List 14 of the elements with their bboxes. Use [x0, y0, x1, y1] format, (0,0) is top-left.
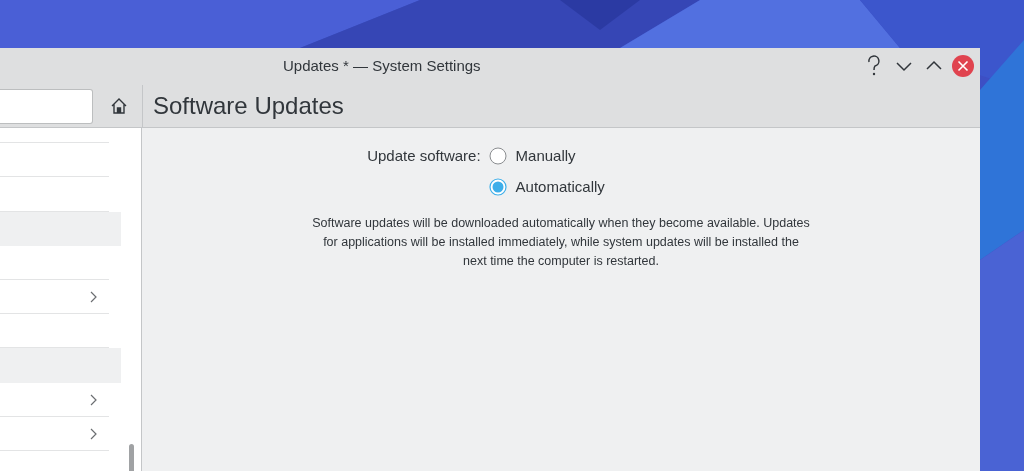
radio-button[interactable]	[488, 147, 507, 166]
setting-label: Update software:	[367, 146, 481, 166]
chevron-icon	[90, 290, 97, 303]
search-field[interactable]	[0, 88, 93, 124]
page-title: Software Updates	[153, 91, 344, 121]
chevron-icon	[90, 427, 97, 440]
chevron-icon	[90, 393, 97, 406]
window-title: Updates * — System Settings	[283, 56, 481, 77]
home-icon[interactable]	[110, 97, 128, 115]
option-label[interactable]: Manually	[515, 145, 576, 168]
option-label[interactable]: Automatically	[515, 175, 605, 198]
description-text: Software updates will be downloaded automatically when they become available. Updates for applications will be installed immediately, while system updates will be installed the next time the computer is restarted.	[311, 215, 811, 270]
close-icon[interactable]	[952, 55, 974, 77]
radio-button[interactable]	[488, 177, 507, 196]
